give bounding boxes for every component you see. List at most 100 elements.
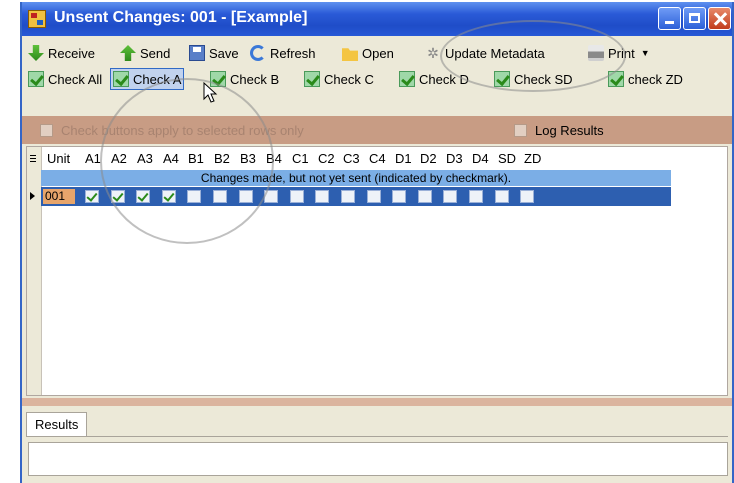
unit-cell[interactable]: 001 bbox=[43, 189, 75, 204]
printer-icon bbox=[588, 45, 604, 61]
title-bar[interactable]: Unsent Changes: 001 - [Example] bbox=[22, 2, 732, 36]
check-cell[interactable] bbox=[213, 190, 227, 203]
column-header[interactable]: C3 bbox=[343, 151, 360, 166]
column-header[interactable]: ZD bbox=[524, 151, 541, 166]
check-b-label: Check B bbox=[230, 71, 280, 87]
column-header[interactable]: B2 bbox=[214, 151, 230, 166]
column-header[interactable]: C2 bbox=[318, 151, 335, 166]
mouse-pointer-icon bbox=[203, 82, 218, 103]
column-header[interactable]: B4 bbox=[266, 151, 282, 166]
check-c-button[interactable]: Check C bbox=[302, 68, 376, 90]
column-header[interactable]: B3 bbox=[240, 151, 256, 166]
check-d-button[interactable]: Check D bbox=[397, 68, 471, 90]
column-header[interactable]: D4 bbox=[472, 151, 489, 166]
receive-label: Receive bbox=[48, 45, 95, 61]
column-header[interactable]: C4 bbox=[369, 151, 386, 166]
refresh-button[interactable]: Refresh bbox=[248, 42, 318, 64]
receive-button[interactable]: Receive bbox=[26, 42, 97, 64]
log-results-label: Log Results bbox=[535, 123, 604, 138]
selected-rows-only-checkbox[interactable] bbox=[40, 124, 53, 137]
column-header[interactable]: D2 bbox=[420, 151, 437, 166]
column-header[interactable]: Unit bbox=[47, 151, 70, 166]
check-sd-button[interactable]: Check SD bbox=[492, 68, 575, 90]
check-cell[interactable] bbox=[520, 190, 535, 203]
check-all-button[interactable]: Check All bbox=[26, 68, 104, 90]
column-header[interactable]: A4 bbox=[163, 151, 179, 166]
check-zd-button[interactable]: check ZD bbox=[606, 68, 685, 90]
changes-grid[interactable]: Unit A1 A2 A3 A4 B1 B2 B3 B4 C1 C2 C3 C4 D1 D2 D3 D4 SD ZD… bbox=[26, 146, 728, 396]
check-cell[interactable] bbox=[161, 190, 176, 203]
check-a-button[interactable]: Check A bbox=[110, 68, 185, 90]
checkmark-icon bbox=[608, 71, 624, 87]
column-chooser-icon[interactable] bbox=[30, 155, 36, 162]
unsent-changes-banner: Changes made, but not yet sent (indicate… bbox=[41, 170, 671, 186]
log-results-checkbox[interactable] bbox=[514, 124, 527, 137]
receive-arrow-icon bbox=[28, 45, 44, 61]
tab-results[interactable]: Results bbox=[26, 412, 88, 436]
column-header[interactable]: B1 bbox=[188, 151, 204, 166]
panel-splitter[interactable] bbox=[22, 398, 732, 406]
maximize-button[interactable] bbox=[683, 7, 706, 30]
check-cell[interactable] bbox=[366, 190, 381, 203]
column-header[interactable]: SD bbox=[498, 151, 516, 166]
send-arrow-icon bbox=[120, 45, 136, 61]
check-cell[interactable] bbox=[315, 190, 330, 203]
column-header[interactable]: C1 bbox=[292, 151, 309, 166]
app-icon bbox=[28, 10, 46, 28]
gear-icon: ✲ bbox=[427, 45, 439, 61]
selected-rows-only-option: Check buttons apply to selected rows onl… bbox=[40, 123, 304, 138]
column-header[interactable]: D3 bbox=[446, 151, 463, 166]
check-sd-label: Check SD bbox=[514, 71, 573, 87]
check-cell[interactable] bbox=[392, 190, 407, 203]
send-button[interactable]: Send bbox=[118, 42, 172, 64]
save-label: Save bbox=[209, 45, 239, 61]
window-title: Unsent Changes: 001 - [Example] bbox=[54, 9, 308, 26]
open-button[interactable]: Open bbox=[340, 42, 396, 64]
row-header-column bbox=[27, 147, 42, 395]
check-cell[interactable] bbox=[85, 190, 99, 203]
chevron-down-icon[interactable]: ▼ bbox=[641, 48, 650, 58]
check-cell[interactable] bbox=[443, 190, 458, 203]
update-metadata-button[interactable]: ✲ Update Metadata bbox=[423, 42, 547, 64]
send-label: Send bbox=[140, 45, 171, 61]
checkmark-icon bbox=[28, 71, 44, 87]
check-cell[interactable] bbox=[264, 190, 279, 203]
check-cell[interactable] bbox=[187, 190, 202, 203]
check-cell[interactable] bbox=[341, 190, 355, 203]
checkmark-icon bbox=[113, 71, 129, 87]
check-cell[interactable] bbox=[136, 190, 151, 203]
close-button[interactable] bbox=[708, 7, 731, 30]
check-zd-label: check ZD bbox=[628, 71, 683, 87]
results-output[interactable] bbox=[28, 442, 728, 476]
check-toolbar: Check All Check A Check B Check C Check … bbox=[22, 66, 732, 92]
options-panel: Check buttons apply to selected rows onl… bbox=[22, 116, 732, 144]
selected-rows-only-label: Check buttons apply to selected rows onl… bbox=[61, 123, 304, 138]
check-cell[interactable] bbox=[494, 190, 509, 203]
check-a-label: Check A bbox=[133, 71, 182, 87]
update-metadata-label: Update Metadata bbox=[445, 45, 545, 61]
check-cell[interactable] bbox=[417, 190, 432, 203]
print-button[interactable]: Print ▼ bbox=[586, 42, 652, 64]
minimize-button[interactable] bbox=[658, 7, 681, 30]
check-d-label: Check D bbox=[419, 71, 469, 87]
column-header[interactable]: A3 bbox=[137, 151, 153, 166]
refresh-label: Refresh bbox=[270, 45, 316, 61]
column-header[interactable]: A2 bbox=[111, 151, 127, 166]
check-cell[interactable] bbox=[238, 190, 253, 203]
check-cell[interactable] bbox=[110, 190, 125, 203]
column-header[interactable]: D1 bbox=[395, 151, 412, 166]
print-label: Print bbox=[608, 45, 635, 61]
open-label: Open bbox=[362, 45, 394, 61]
checkmark-icon bbox=[304, 71, 320, 87]
column-header[interactable]: A1 bbox=[85, 151, 101, 166]
table-row[interactable]: 001 bbox=[41, 187, 671, 206]
checkmark-icon bbox=[494, 71, 510, 87]
current-row-indicator-icon bbox=[30, 192, 35, 200]
save-button[interactable]: Save bbox=[187, 42, 241, 64]
unsent-changes-window: Unsent Changes: 001 - [Example] Receive … bbox=[20, 2, 734, 483]
check-cell[interactable] bbox=[289, 190, 304, 203]
check-cell[interactable] bbox=[469, 190, 483, 203]
main-toolbar: Receive Send Save Refresh Open ✲ Update … bbox=[22, 40, 732, 66]
open-folder-icon bbox=[342, 48, 358, 61]
refresh-icon bbox=[250, 45, 266, 61]
